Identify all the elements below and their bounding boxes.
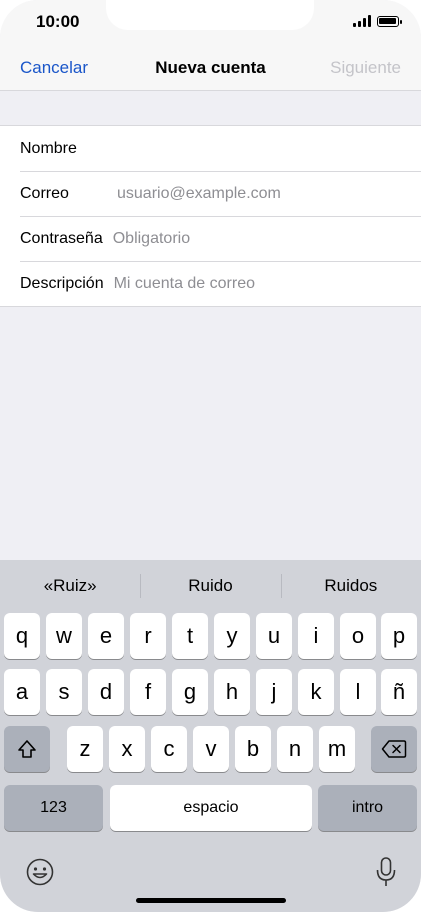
description-input[interactable] — [113, 274, 421, 293]
status-time: 10:00 — [36, 12, 80, 31]
description-label: Descripción — [20, 274, 104, 292]
email-input[interactable] — [117, 184, 421, 203]
key-h[interactable]: h — [214, 669, 250, 715]
key-t[interactable]: t — [172, 613, 208, 659]
key-i[interactable]: i — [298, 613, 334, 659]
key-v[interactable]: v — [193, 726, 229, 772]
backspace-icon — [381, 740, 407, 758]
key-y[interactable]: y — [214, 613, 250, 659]
key-r[interactable]: r — [130, 613, 166, 659]
email-row[interactable]: Correo — [0, 171, 421, 216]
keyboard: «Ruiz» Ruido Ruidos q w e r t y u i o p … — [0, 560, 421, 912]
top-bar: 10:00 Cancelar Nueva cuenta Siguiente — [0, 0, 421, 91]
space-key[interactable]: espacio — [110, 785, 312, 831]
key-x[interactable]: x — [109, 726, 145, 772]
suggestion-1[interactable]: «Ruiz» — [0, 560, 140, 612]
suggestion-3[interactable]: Ruidos — [280, 560, 421, 612]
email-label: Correo — [20, 184, 69, 202]
key-z[interactable]: z — [67, 726, 103, 772]
name-label: Nombre — [20, 139, 77, 157]
status-icons — [353, 15, 402, 27]
password-input[interactable] — [112, 229, 421, 248]
key-l[interactable]: l — [340, 669, 376, 715]
phone-screen: 10:00 Cancelar Nueva cuenta Siguiente No… — [0, 0, 421, 912]
key-q[interactable]: q — [4, 613, 40, 659]
navigation-bar: Cancelar Nueva cuenta Siguiente — [0, 48, 421, 88]
name-row[interactable]: Nombre — [0, 126, 421, 171]
password-label: Contraseña — [20, 229, 103, 247]
key-w[interactable]: w — [46, 613, 82, 659]
battery-icon — [377, 15, 402, 27]
next-button[interactable]: Siguiente — [330, 58, 401, 78]
numbers-key[interactable]: 123 — [4, 785, 103, 831]
notch — [106, 0, 314, 30]
key-n-tilde[interactable]: ñ — [381, 669, 417, 715]
emoji-smiley-icon[interactable] — [25, 857, 55, 887]
key-b[interactable]: b — [235, 726, 271, 772]
suggestion-2[interactable]: Ruido — [140, 560, 280, 612]
account-form: Nombre Correo Contraseña Descripción — [0, 125, 421, 307]
cellular-signal-icon — [353, 15, 371, 27]
key-j[interactable]: j — [256, 669, 292, 715]
password-row[interactable]: Contraseña — [0, 216, 421, 261]
name-input[interactable] — [86, 139, 421, 158]
key-n[interactable]: n — [277, 726, 313, 772]
key-d[interactable]: d — [88, 669, 124, 715]
key-o[interactable]: o — [340, 613, 376, 659]
home-indicator[interactable] — [136, 898, 286, 903]
key-e[interactable]: e — [88, 613, 124, 659]
key-m[interactable]: m — [319, 726, 355, 772]
key-s[interactable]: s — [46, 669, 82, 715]
key-g[interactable]: g — [172, 669, 208, 715]
delete-key[interactable] — [371, 726, 417, 772]
key-a[interactable]: a — [4, 669, 40, 715]
key-p[interactable]: p — [381, 613, 417, 659]
shift-arrow-icon — [18, 740, 36, 758]
shift-key[interactable] — [4, 726, 50, 772]
key-f[interactable]: f — [130, 669, 166, 715]
key-c[interactable]: c — [151, 726, 187, 772]
return-key[interactable]: intro — [318, 785, 417, 831]
microphone-icon[interactable] — [375, 856, 397, 888]
key-u[interactable]: u — [256, 613, 292, 659]
suggestion-bar: «Ruiz» Ruido Ruidos — [0, 560, 421, 612]
description-row[interactable]: Descripción — [0, 261, 421, 306]
key-k[interactable]: k — [298, 669, 334, 715]
